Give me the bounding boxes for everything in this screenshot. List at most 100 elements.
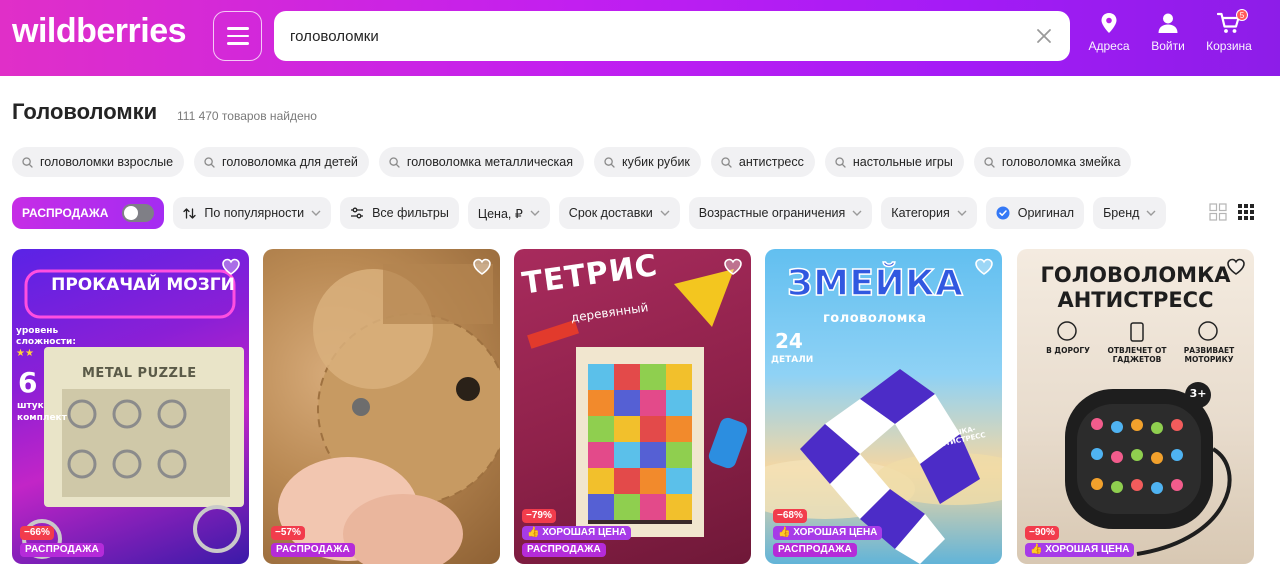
feature-label: В ДОРОГУ xyxy=(1046,346,1090,355)
search-icon xyxy=(984,156,995,168)
page-title: Головоломки xyxy=(12,99,158,124)
verified-badge-icon xyxy=(996,206,1010,220)
category-label: Категория xyxy=(891,206,950,220)
product-tags: −57% РАСПРОДАЖА xyxy=(271,526,355,557)
small-grid-view-icon[interactable] xyxy=(1237,203,1255,221)
price-dropdown[interactable]: Цена, ₽ xyxy=(467,197,550,229)
login-button[interactable]: Войти xyxy=(1140,12,1196,62)
wildberries-logo[interactable]: wildberries xyxy=(12,12,187,51)
age-badge: 3+ xyxy=(1189,387,1207,400)
good-price-badge: 👍 ХОРОШАЯ ЦЕНА xyxy=(773,526,883,540)
suggestion-label: головоломка для детей xyxy=(222,155,358,169)
header: wildberries Адреса Войти 5 Корзина xyxy=(0,0,1280,76)
product-tags: −66% РАСПРОДАЖА xyxy=(20,526,104,557)
product-title-line2: АНТИСТРЕСС xyxy=(1057,288,1214,312)
piece-count-word: комплект xyxy=(17,413,67,423)
piece-count-unit: штук xyxy=(17,401,44,411)
toggle-switch[interactable] xyxy=(122,204,155,222)
search-icon xyxy=(389,156,400,168)
age-restrictions-label: Возрастные ограничения xyxy=(698,206,846,220)
login-label: Войти xyxy=(1151,39,1185,53)
suggestion-chip[interactable]: кубик рубик xyxy=(594,147,701,177)
sale-badge: РАСПРОДАЖА xyxy=(773,543,857,557)
search-input[interactable] xyxy=(290,11,1030,61)
brand-dropdown[interactable]: Бренд xyxy=(1093,197,1167,229)
difficulty-label: уровень сложности: xyxy=(16,326,76,347)
cart-button[interactable]: 5 Корзина xyxy=(1201,9,1257,62)
large-grid-view-icon[interactable] xyxy=(1209,203,1227,221)
heart-icon[interactable] xyxy=(221,257,241,277)
discount-badge: −79% xyxy=(522,509,556,523)
product-card[interactable]: ТЕТРИС деревянный −79% 👍 ХОРОШАЯ ЦЕНА РА… xyxy=(514,249,751,564)
chevron-down-icon xyxy=(957,210,967,216)
sale-toggle-label: РАСПРОДАЖА xyxy=(22,206,109,220)
brand-label: Бренд xyxy=(1103,206,1140,220)
product-tags: −90% 👍 ХОРОШАЯ ЦЕНА xyxy=(1025,526,1135,557)
original-filter[interactable]: Оригинал xyxy=(985,197,1085,229)
product-grid: ПРОКАЧАЙ МОЗГИ уровень сложности: ★★ 6 ш… xyxy=(12,249,1268,571)
suggestion-chip[interactable]: головоломка для детей xyxy=(194,147,369,177)
good-price-label: ХОРОШАЯ ЦЕНА xyxy=(793,527,878,538)
suggestion-chip[interactable]: настольные игры xyxy=(824,147,964,177)
suggestion-chip[interactable]: головоломка змейка xyxy=(973,147,1132,177)
product-image xyxy=(22,269,244,559)
suggestion-chip[interactable]: антистресс xyxy=(710,147,815,177)
sale-badge: РАСПРОДАЖА xyxy=(271,543,355,557)
suggestion-label: головоломка металлическая xyxy=(406,155,573,169)
menu-icon-line xyxy=(226,27,249,30)
feature-label: РАЗВИВАЕТ МОТОРИКУ xyxy=(1183,346,1235,364)
menu-icon-line xyxy=(226,42,249,45)
product-card[interactable]: ЗМЕЙКА головоломка 24 ДЕТАЛИ ИГРУШКА-АНТ… xyxy=(765,249,1002,564)
heart-icon[interactable] xyxy=(974,257,994,277)
heart-icon[interactable] xyxy=(472,257,492,277)
product-card[interactable]: ПРОКАЧАЙ МОЗГИ уровень сложности: ★★ 6 ш… xyxy=(12,249,249,564)
menu-button[interactable] xyxy=(213,11,262,61)
product-tags: −68% 👍 ХОРОШАЯ ЦЕНА РАСПРОДАЖА xyxy=(773,509,883,557)
suggestion-chip[interactable]: головоломки взрослые xyxy=(12,147,185,177)
chevron-down-icon xyxy=(311,210,321,216)
suggestion-label: головоломка змейка xyxy=(1001,155,1121,169)
clear-search-icon[interactable] xyxy=(1032,24,1056,48)
menu-icon-line xyxy=(226,34,249,38)
sort-dropdown[interactable]: По популярности xyxy=(173,197,332,229)
user-icon xyxy=(1158,13,1178,33)
product-banner-text: ПРОКАЧАЙ МОЗГИ xyxy=(51,275,235,295)
discount-badge: −68% xyxy=(773,509,807,523)
search-icon xyxy=(604,156,615,168)
search-icon xyxy=(204,156,215,168)
search-suggestions: головоломки взрослые головоломка для дет… xyxy=(12,147,1132,177)
delivery-time-dropdown[interactable]: Срок доставки xyxy=(558,197,680,229)
suggestion-label: антистресс xyxy=(738,155,804,169)
product-image xyxy=(278,264,500,564)
good-price-label: ХОРОШАЯ ЦЕНА xyxy=(542,527,627,538)
suggestion-chip[interactable]: головоломка металлическая xyxy=(378,147,584,177)
chevron-down-icon xyxy=(852,210,862,216)
product-title-text: ЗМЕЙКА xyxy=(786,262,964,305)
addresses-button[interactable]: Адреса xyxy=(1081,12,1137,62)
pieces-number: 24 xyxy=(775,329,803,353)
sale-badge: РАСПРОДАЖА xyxy=(522,543,606,557)
suggestion-label: головоломки взрослые xyxy=(40,155,174,169)
search-icon xyxy=(835,156,846,168)
sort-label: По популярности xyxy=(204,206,305,220)
cart-label: Корзина xyxy=(1206,39,1252,53)
difficulty-stars: ★★ xyxy=(16,348,34,359)
good-price-badge: 👍 ХОРОШАЯ ЦЕНА xyxy=(1025,543,1135,557)
discount-badge: −57% xyxy=(271,526,305,540)
search-bar xyxy=(274,11,1070,61)
sale-toggle[interactable]: РАСПРОДАЖА xyxy=(12,197,165,229)
product-card[interactable]: ГОЛОВОЛОМКА АНТИСТРЕСС В ДОРОГУ ОТВЛЕЧЕТ… xyxy=(1017,249,1254,564)
all-filters-button[interactable]: Все фильтры xyxy=(340,197,459,229)
suggestion-label: кубик рубик xyxy=(622,155,690,169)
heart-icon[interactable] xyxy=(1226,257,1246,277)
sale-badge: РАСПРОДАЖА xyxy=(20,543,104,557)
chevron-down-icon xyxy=(530,210,540,216)
category-dropdown[interactable]: Категория xyxy=(881,197,977,229)
sort-arrows-icon xyxy=(183,207,197,219)
box-title: METAL PUZZLE xyxy=(82,366,197,381)
chevron-down-icon xyxy=(660,210,670,216)
heart-icon[interactable] xyxy=(723,257,743,277)
age-restrictions-dropdown[interactable]: Возрастные ограничения xyxy=(688,197,873,229)
product-card[interactable]: −57% РАСПРОДАЖА xyxy=(263,249,500,564)
location-pin-icon xyxy=(1101,13,1117,33)
